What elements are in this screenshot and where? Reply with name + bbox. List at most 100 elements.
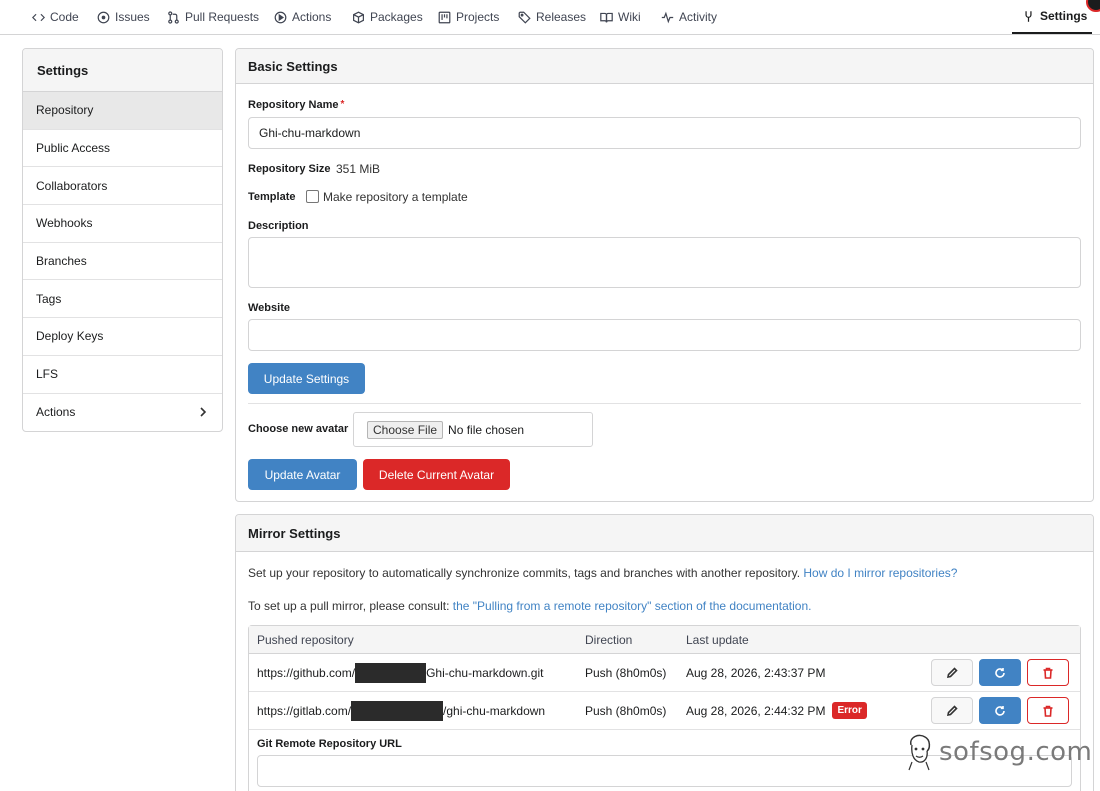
- mirror-last-update: Aug 28, 2026, 2:43:37 PM: [686, 665, 826, 680]
- delete-mirror-button[interactable]: [1027, 659, 1069, 686]
- nav-code[interactable]: Code: [32, 0, 79, 34]
- watermark: sofsog.com: [905, 733, 1092, 771]
- nav-settings[interactable]: Settings: [1012, 0, 1092, 34]
- template-label: Template: [248, 191, 296, 203]
- basic-settings-title: Basic Settings: [236, 49, 1093, 84]
- nav-pull-requests-label: Pull Requests: [185, 10, 260, 24]
- sidebar-item-public-access[interactable]: Public Access: [23, 130, 222, 168]
- sync-mirror-button[interactable]: [979, 659, 1021, 686]
- sidebar-item-collaborators[interactable]: Collaborators: [23, 167, 222, 206]
- mirror-intro-text: Set up your repository to automatically …: [248, 566, 801, 580]
- avatar-file-input[interactable]: Choose File No file chosen: [353, 412, 593, 447]
- nav-activity-label: Activity: [679, 10, 718, 24]
- nav-projects[interactable]: Projects: [438, 0, 499, 34]
- pushed-repo-url: https://github.com/ Ghi-chu-markdown.git: [257, 654, 543, 691]
- table-header: Pushed repository Direction Last update: [249, 626, 1080, 654]
- sidebar-item-webhooks[interactable]: Webhooks: [23, 205, 222, 243]
- col-last-update: Last update: [686, 632, 749, 647]
- sidebar-item-actions[interactable]: Actions: [23, 394, 222, 432]
- table-row: https://github.com/ Ghi-chu-markdown.git…: [249, 654, 1080, 692]
- nav-packages[interactable]: Packages: [352, 0, 423, 34]
- mirror-help-link[interactable]: How do I mirror repositories?: [803, 566, 957, 580]
- sync-mirror-button[interactable]: [979, 697, 1021, 724]
- nav-releases[interactable]: Releases: [518, 0, 586, 34]
- mirror-last-update-cell: Aug 28, 2026, 2:44:32 PM Error: [686, 692, 867, 729]
- repo-name-label: Repository Name *: [248, 99, 344, 111]
- avatar-label: Choose new avatar: [248, 423, 349, 435]
- nav-code-label: Code: [50, 10, 79, 24]
- sync-icon: [995, 667, 1005, 678]
- sidebar-item-repository[interactable]: Repository: [23, 92, 222, 130]
- sidebar-item-tags[interactable]: Tags: [23, 280, 222, 319]
- trash-icon: [1043, 667, 1053, 679]
- nav-wiki[interactable]: Wiki: [600, 0, 641, 34]
- repo-name-label-text: Repository Name: [248, 99, 339, 111]
- description-textarea[interactable]: [248, 237, 1081, 288]
- repo-size-value: 351 MiB: [336, 162, 381, 176]
- edit-mirror-button[interactable]: [931, 659, 973, 686]
- choose-file-button[interactable]: Choose File: [367, 420, 444, 439]
- update-settings-button[interactable]: Update Settings: [248, 363, 365, 394]
- project-icon: [438, 11, 451, 23]
- redacted-block: [351, 700, 444, 721]
- col-pushed-repository: Pushed repository: [257, 632, 354, 647]
- pencil-icon: [946, 704, 958, 716]
- nav-packages-label: Packages: [370, 10, 423, 24]
- repo-url-suffix: Ghi-chu-markdown.git: [426, 665, 544, 680]
- nav-settings-label: Settings: [1040, 9, 1088, 23]
- required-mark: *: [340, 99, 345, 110]
- tag-icon: [518, 11, 531, 24]
- play-icon: [274, 11, 287, 23]
- template-checkbox-label[interactable]: Make repository a template: [323, 190, 468, 204]
- pencil-icon: [946, 666, 958, 678]
- repo-size-label: Repository Size: [248, 163, 331, 175]
- pull-mirror-note: To set up a pull mirror, please consult:…: [248, 599, 812, 613]
- pull-mirror-doc-link[interactable]: the "Pulling from a remote repository" s…: [453, 599, 812, 613]
- delete-avatar-button[interactable]: Delete Current Avatar: [363, 459, 510, 490]
- update-avatar-button[interactable]: Update Avatar: [248, 459, 357, 490]
- repo-url-prefix: https://github.com/: [257, 665, 356, 680]
- trash-icon: [1043, 705, 1053, 717]
- pushed-repo-url: https://gitlab.com/ /ghi-chu-markdown: [257, 692, 545, 729]
- nav-issues-label: Issues: [115, 10, 150, 24]
- mirror-direction: Push (8h0m0s): [585, 703, 667, 718]
- basic-settings-panel: Basic Settings Repository Name * Ghi-chu-…: [235, 48, 1094, 502]
- sidebar-item-label: Webhooks: [36, 216, 93, 231]
- delete-mirror-button[interactable]: [1027, 697, 1069, 724]
- website-input[interactable]: [248, 319, 1081, 351]
- description-label: Description: [248, 220, 309, 232]
- nav-wiki-label: Wiki: [618, 10, 641, 24]
- sidebar-item-label: Branches: [36, 254, 87, 269]
- section-divider: [248, 403, 1081, 404]
- mirror-last-update: Aug 28, 2026, 2:44:32 PM: [686, 703, 826, 718]
- code-icon: [32, 13, 45, 21]
- repo-name-input[interactable]: Ghi-chu-markdown: [248, 117, 1081, 149]
- chevron-right-icon: [200, 406, 207, 417]
- repo-url-prefix: https://gitlab.com/: [257, 703, 352, 718]
- pulse-icon: [661, 11, 674, 23]
- mirror-settings-title: Mirror Settings: [236, 515, 1093, 552]
- sidebar-item-deploy-keys[interactable]: Deploy Keys: [23, 318, 222, 356]
- nav-projects-label: Projects: [456, 10, 500, 24]
- tools-icon: [1025, 10, 1032, 22]
- nav-issues[interactable]: Issues: [97, 0, 150, 34]
- nav-actions[interactable]: Actions: [274, 0, 331, 34]
- error-badge[interactable]: Error: [832, 702, 867, 719]
- template-checkbox[interactable]: [306, 190, 319, 203]
- sidebar-item-label: Public Access: [36, 141, 111, 156]
- sidebar-item-lfs[interactable]: LFS: [23, 356, 222, 394]
- sidebar-title: Settings: [23, 49, 222, 92]
- website-label: Website: [248, 302, 290, 314]
- table-row: https://gitlab.com/ /ghi-chu-markdown Pu…: [249, 692, 1080, 730]
- nav-activity[interactable]: Activity: [661, 0, 717, 34]
- no-file-text: No file chosen: [448, 422, 525, 437]
- sidebar-item-branches[interactable]: Branches: [23, 243, 222, 281]
- sidebar-item-label: LFS: [36, 367, 59, 382]
- nav-pull-requests[interactable]: Pull Requests: [167, 0, 259, 34]
- col-direction: Direction: [585, 632, 633, 647]
- mirror-intro: Set up your repository to automatically …: [248, 566, 957, 580]
- sidebar-item-label: Repository: [36, 103, 94, 118]
- repo-url-suffix: /ghi-chu-markdown: [443, 703, 546, 718]
- edit-mirror-button[interactable]: [931, 697, 973, 724]
- cartoon-face-logo: [908, 734, 931, 771]
